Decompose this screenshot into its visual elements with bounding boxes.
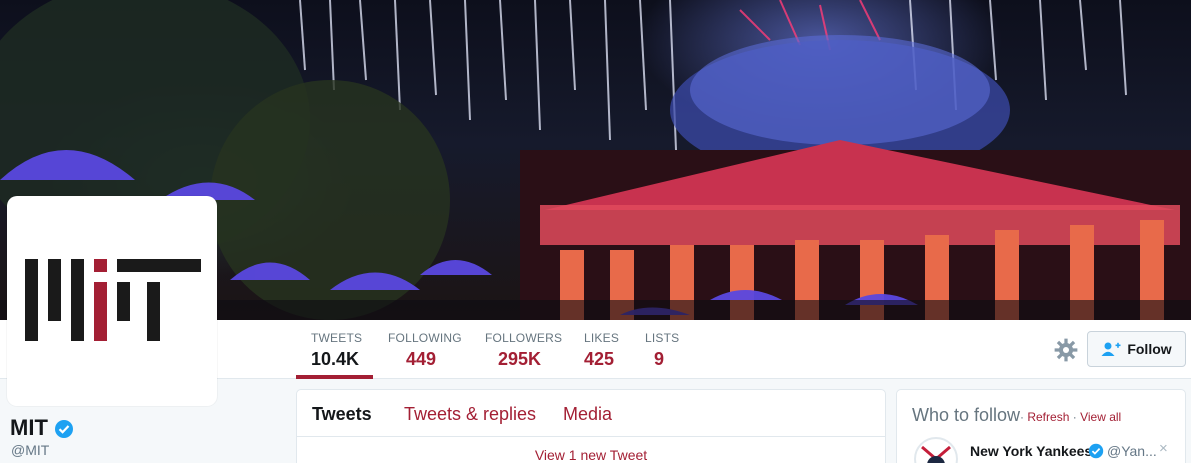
who-to-follow-links: · Refresh · View all — [1020, 410, 1121, 424]
tab-media[interactable]: Media — [563, 404, 612, 425]
view-all-link[interactable]: View all — [1080, 410, 1121, 424]
verified-badge-icon — [55, 420, 73, 438]
stat-value: 10.4K — [311, 349, 360, 369]
dismiss-suggestion-icon[interactable]: × — [1159, 440, 1168, 457]
suggestion-name[interactable]: New York Yankees — [970, 443, 1092, 459]
refresh-link[interactable]: Refresh — [1027, 410, 1069, 424]
verified-badge-icon — [1088, 443, 1104, 459]
separator-dot: · — [1072, 410, 1077, 424]
stat-label: FOLLOWERS — [485, 331, 563, 345]
stat-label: FOLLOWING — [388, 331, 462, 345]
suggestion-handle: @Yan... — [1107, 443, 1157, 459]
stat-value: 295K — [498, 349, 542, 369]
stat-following[interactable]: FOLLOWING 449 — [373, 320, 477, 379]
stat-likes[interactable]: LIKES 425 — [569, 320, 634, 379]
stat-tweets[interactable]: TWEETS 10.4K — [296, 320, 373, 379]
stat-label: LIKES — [584, 331, 620, 345]
new-tweet-notice[interactable]: View 1 new Tweet — [297, 447, 885, 463]
yankees-logo — [917, 440, 955, 463]
timeline-panel: Tweets Tweets & replies Media View 1 new… — [296, 389, 886, 463]
stat-value: 9 — [654, 349, 665, 369]
profile-name: MIT — [10, 415, 48, 440]
separator-dot: · — [1020, 410, 1024, 424]
who-to-follow-title: Who to follow — [912, 405, 1021, 425]
follow-label: Follow — [1127, 341, 1172, 357]
stat-label: LISTS — [645, 331, 680, 345]
tab-tweets-replies[interactable]: Tweets & replies — [404, 404, 536, 425]
profile-handle: @MIT — [11, 442, 50, 458]
stat-lists[interactable]: LISTS 9 — [630, 320, 694, 379]
timeline-tabs: Tweets Tweets & replies Media — [297, 390, 885, 437]
stat-label: TWEETS — [311, 331, 363, 345]
suggestion-avatar[interactable] — [914, 437, 958, 463]
follow-button[interactable]: Follow — [1087, 331, 1186, 367]
profile-avatar[interactable] — [7, 196, 217, 406]
who-to-follow-panel: Who to follow · Refresh · View all New Y… — [896, 389, 1186, 463]
tab-tweets[interactable]: Tweets — [312, 404, 372, 425]
mit-logo — [25, 259, 201, 341]
gear-icon[interactable] — [1053, 337, 1079, 363]
stat-value: 425 — [584, 349, 615, 369]
add-user-icon — [1101, 342, 1121, 356]
stat-value: 449 — [406, 349, 437, 369]
stat-followers[interactable]: FOLLOWERS 295K — [470, 320, 577, 379]
